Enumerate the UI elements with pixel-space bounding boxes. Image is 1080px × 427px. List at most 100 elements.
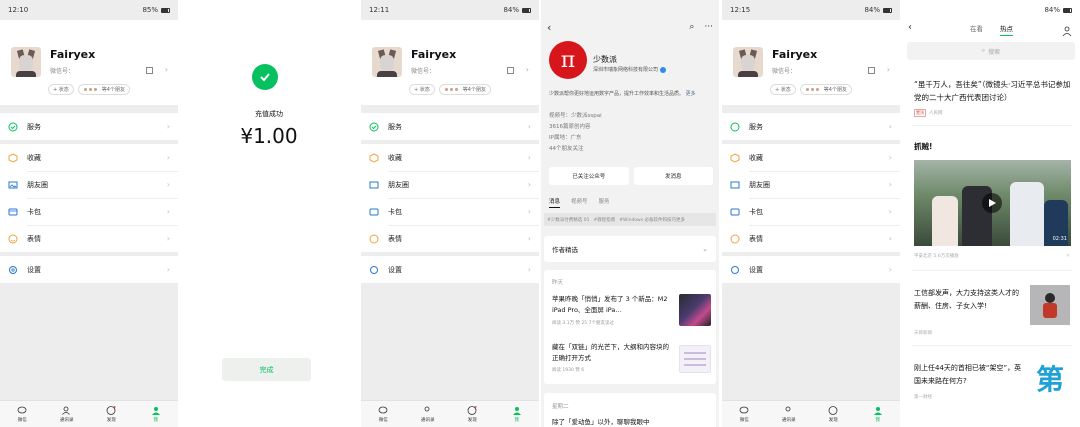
tab-discover[interactable]: 发现 (450, 401, 495, 427)
menu-item-stickers[interactable]: 表情 › (722, 225, 900, 252)
video-thumbnail[interactable]: 02:31 (914, 160, 1071, 246)
top-stories-screen: 84% ‹ 在看 热点 ⌕ 搜索 “虽千万人，吾往矣”（微镜头·习近平总书记参加党… (902, 0, 1080, 427)
chevron-right-icon: › (886, 65, 890, 74)
done-button[interactable]: 完成 (222, 358, 311, 381)
menu-item-settings[interactable]: 设置 › (361, 256, 539, 283)
menu-item-settings[interactable]: 设置 › (0, 256, 178, 283)
status-time: 12:10 (8, 6, 29, 14)
menu-item-favorites[interactable]: 收藏 › (0, 144, 178, 171)
close-icon[interactable]: ✕ (1066, 253, 1070, 259)
menu-item-cards[interactable]: 卡包 › (361, 198, 539, 225)
profile-header[interactable]: Fairyex 微信号： › + 状态 等4个朋友 (722, 20, 900, 105)
back-icon[interactable]: ‹ (908, 22, 912, 33)
tag[interactable]: #少数派付费精选 01 (547, 217, 589, 223)
profile-header[interactable]: Fairyex 微信号： › + 状态 等4个朋友 (0, 20, 178, 105)
news-thumbnail[interactable] (1030, 285, 1070, 325)
account-meta: 视频号：少数派sspai 3616篇原创内容 IP属地：广东 44个朋友关注 (549, 113, 602, 152)
menu-group-main: 收藏 › 朋友圈 › 卡包 › 表情 › (0, 144, 178, 252)
tab-messages[interactable]: 消息 (549, 197, 561, 208)
profile-header[interactable]: Fairyex 微信号： › + 状态 等4个朋友 (361, 20, 539, 105)
news-title[interactable]: 刚上任44天的首相已被“架空”，英国未来路在何方? (914, 362, 1024, 388)
tab-top-stories[interactable]: 热点 (1000, 23, 1013, 36)
tab-chats[interactable]: 微信 (722, 401, 767, 427)
tag[interactable]: #教程指南 (593, 217, 615, 223)
section-title[interactable]: 抓贼! (914, 140, 1072, 153)
menu-item-cards[interactable]: 卡包 › (722, 198, 900, 225)
contacts-icon (784, 406, 794, 415)
friends-chip[interactable]: 等4个朋友 (438, 84, 491, 95)
menu-item-services[interactable]: 服务 › (722, 113, 900, 140)
tab-me[interactable]: 我 (856, 401, 901, 427)
video-source: 平安北京 5.6万次播放 (914, 254, 959, 259)
tab-contacts[interactable]: 通讯录 (406, 401, 451, 427)
qr-code-icon[interactable] (146, 67, 153, 74)
compass-icon (828, 405, 838, 415)
article-title[interactable]: 藏在「双链」的光芒下，大纲和内容块的正确打开方式 (552, 342, 674, 364)
headline-title[interactable]: “虽千万人，吾往矣”（微镜头·习近平总书记参加党的二十大广西代表团讨论） (914, 78, 1072, 104)
news-thumbnail[interactable]: 第 (1030, 360, 1070, 400)
more-link[interactable]: 更多 (686, 91, 696, 97)
send-message-button[interactable]: 发消息 (633, 167, 713, 185)
status-chip[interactable]: + 状态 (770, 84, 796, 95)
article-title[interactable]: 除了「爱动鱼」以外，聊聊我眼中 (552, 417, 674, 427)
moments-icon (8, 180, 18, 190)
tab-bar: 微信 通讯录 发现 我 (722, 400, 900, 427)
tag[interactable]: #Windows 必备软件和技巧更多 (619, 217, 685, 223)
tab-bar: 微信 通讯录 发现 我 (0, 400, 178, 427)
tab-services[interactable]: 服务 (599, 197, 610, 208)
account-name: 少数派 (593, 55, 617, 64)
tab-channels[interactable]: 视频号 (571, 197, 588, 208)
qr-code-icon[interactable] (507, 67, 514, 74)
menu-item-favorites[interactable]: 收藏 › (722, 144, 900, 171)
tab-me[interactable]: 我 (495, 401, 540, 427)
menu-item-moments[interactable]: 朋友圈 › (0, 171, 178, 198)
tab-chats[interactable]: 微信 (361, 401, 406, 427)
news-title[interactable]: 工信部发声，大力支持这类人才的薪酬、住房、子女入学! (914, 287, 1024, 313)
back-icon[interactable]: ‹ (547, 21, 551, 34)
menu-item-settings[interactable]: 设置 › (722, 256, 900, 283)
avatar[interactable] (733, 47, 763, 77)
avatar[interactable] (11, 47, 41, 77)
tab-wow[interactable]: 在看 (970, 23, 983, 36)
news-tabs: 在看 热点 (970, 23, 1013, 36)
chat-icon (17, 406, 27, 415)
qr-code-icon[interactable] (868, 67, 875, 74)
article-thumbnail[interactable] (679, 345, 711, 373)
menu-item-cards[interactable]: 卡包 › (0, 198, 178, 225)
status-chip[interactable]: + 状态 (48, 84, 74, 95)
tab-me[interactable]: 我 (134, 401, 179, 427)
more-icon[interactable]: ··· (704, 22, 713, 32)
search-icon[interactable]: ⌕ (689, 22, 694, 32)
author-picks-row[interactable]: 作者精选 ⌄ (544, 236, 716, 262)
gear-icon (8, 265, 18, 275)
menu-item-stickers[interactable]: 表情 › (361, 225, 539, 252)
tab-discover[interactable]: 发现 (89, 401, 134, 427)
menu-item-moments[interactable]: 朋友圈 › (361, 171, 539, 198)
tab-contacts[interactable]: 通讯录 (45, 401, 90, 427)
article-thumbnail[interactable] (679, 294, 711, 326)
friends-chip[interactable]: 等4个朋友 (77, 84, 130, 95)
friends-chip[interactable]: 等4个朋友 (799, 84, 852, 95)
article-title[interactable]: 苹果昨晚「悄悄」发布了 3 个新品：M2 iPad Pro、全面屏 iPa… (552, 294, 674, 316)
followed-button[interactable]: 已关注公众号 (549, 167, 629, 185)
menu-item-favorites[interactable]: 收藏 › (361, 144, 539, 171)
menu-item-services[interactable]: 服务 › (0, 113, 178, 140)
menu-item-stickers[interactable]: 表情 › (0, 225, 178, 252)
search-input[interactable]: ⌕ 搜索 (907, 42, 1075, 60)
battery-icon (883, 7, 892, 13)
payment-title: 充值成功 (255, 110, 283, 118)
chevron-right-icon: › (525, 65, 529, 74)
battery-icon (161, 7, 170, 13)
tab-discover[interactable]: 发现 (811, 401, 856, 427)
user-icon[interactable] (1062, 21, 1072, 37)
avatar[interactable] (372, 47, 402, 77)
menu-item-services[interactable]: 服务 › (361, 113, 539, 140)
tab-chats[interactable]: 微信 (0, 401, 45, 427)
menu-group-settings: 设置 › (0, 256, 178, 283)
menu-item-moments[interactable]: 朋友圈 › (722, 171, 900, 198)
status-bar: 12:10 85% (0, 0, 178, 20)
battery-text: 85% (142, 6, 158, 14)
tab-contacts[interactable]: 通讯录 (767, 401, 812, 427)
status-chip[interactable]: + 状态 (409, 84, 435, 95)
menu-services: 服务 › (0, 113, 178, 140)
